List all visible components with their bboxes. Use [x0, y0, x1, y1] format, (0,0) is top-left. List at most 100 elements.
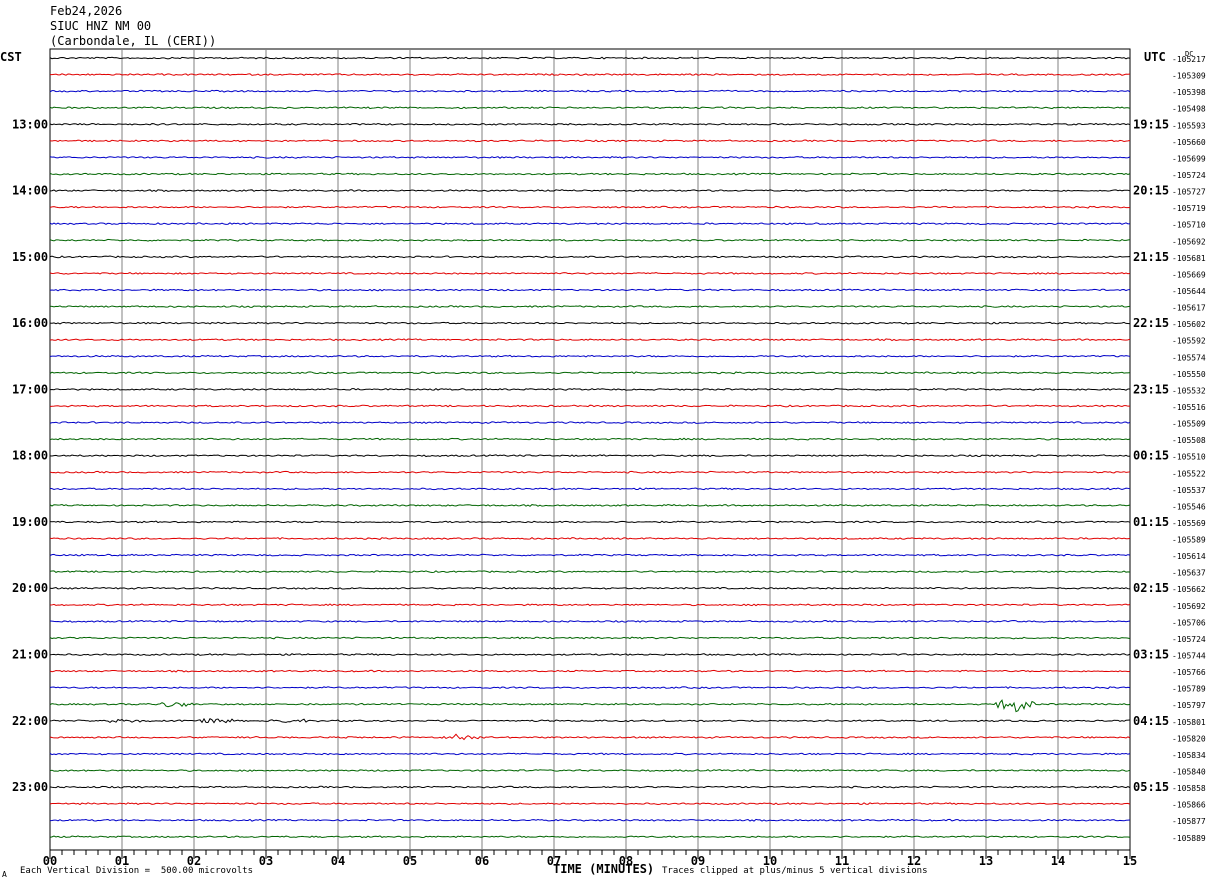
dc-offset-label: -105498 — [1172, 105, 1206, 114]
dc-offset-label: -105309 — [1172, 72, 1206, 81]
dc-offset-label: -105699 — [1172, 154, 1206, 163]
dc-offset-label: -105877 — [1172, 817, 1206, 826]
dc-offset-label: -105744 — [1172, 652, 1206, 661]
dc-offset-label: -105546 — [1172, 502, 1206, 511]
trace-line — [49, 205, 1131, 209]
dc-offset-label: -105510 — [1172, 453, 1206, 462]
dc-offset-label: -105602 — [1172, 320, 1206, 329]
dc-offset-label: -105660 — [1172, 138, 1206, 147]
trace-line — [49, 305, 1131, 308]
dc-offset-label: -105719 — [1172, 204, 1206, 213]
right-hour-label: 05:15 — [1133, 780, 1169, 794]
x-tick-label: 13 — [979, 854, 993, 868]
dc-offset-label: -105593 — [1172, 121, 1206, 130]
dc-label: DC — [1185, 50, 1193, 58]
trace-line — [49, 454, 1131, 458]
trace-line — [49, 56, 1131, 60]
trace-line — [49, 619, 1131, 623]
left-hour-label: 22:00 — [12, 714, 48, 728]
plot-frame — [49, 48, 1131, 851]
dc-offset-label: -105617 — [1172, 304, 1206, 313]
trace-line — [49, 752, 1131, 756]
dc-offset-label: -105820 — [1172, 734, 1206, 743]
trace-line — [49, 371, 1131, 375]
trace-line — [49, 271, 1131, 275]
trace-line — [49, 487, 1131, 491]
left-hour-label: 17:00 — [12, 382, 48, 396]
helicorder-plot: 00 01 02 03 04 05 06 07 08 09 10 11 12 13 14 15-105217-… — [0, 48, 1206, 868]
dc-offset-label: -105801 — [1172, 718, 1206, 727]
left-hour-label: 13:00 — [12, 117, 48, 131]
trace-line — [49, 106, 1131, 110]
trace-line — [49, 354, 1131, 358]
trace-line — [49, 238, 1131, 242]
corner-mark: A — [2, 870, 7, 879]
dc-offset-label: -105840 — [1172, 768, 1206, 777]
dc-offset-label: -105766 — [1172, 668, 1206, 677]
right-hour-label: 04:15 — [1133, 714, 1169, 728]
dc-offset-label: -105710 — [1172, 221, 1206, 230]
right-axis-label: UTC — [1144, 50, 1166, 64]
trace-line — [49, 733, 1131, 741]
dc-offset-label: -105509 — [1172, 420, 1206, 429]
trace-line — [49, 404, 1131, 408]
trace-line — [49, 669, 1131, 673]
trace-line — [49, 73, 1131, 76]
left-hour-label: 14:00 — [12, 184, 48, 198]
trace-line — [49, 321, 1131, 325]
right-hour-label: 00:15 — [1133, 449, 1169, 463]
dc-offset-label: -105537 — [1172, 486, 1206, 495]
dc-offset-label: -105706 — [1172, 618, 1206, 627]
x-tick-label: 14 — [1051, 854, 1065, 868]
trace-line — [49, 570, 1131, 574]
trace-line — [49, 139, 1131, 143]
trace-line — [49, 172, 1131, 176]
dc-offset-label: -105662 — [1172, 585, 1206, 594]
trace-line — [49, 586, 1131, 590]
dc-offset-label: -105637 — [1172, 569, 1206, 578]
x-axis-label: TIME (MINUTES) — [553, 862, 655, 876]
dc-offset-label: -105681 — [1172, 254, 1206, 263]
trace-line — [49, 288, 1131, 292]
trace-line — [49, 653, 1131, 656]
trace-line — [49, 835, 1131, 839]
trace-line — [49, 222, 1131, 226]
dc-offset-label: -105692 — [1172, 237, 1206, 246]
trace-line — [49, 769, 1131, 772]
right-hour-label: 22:15 — [1133, 316, 1169, 330]
trace-line — [49, 699, 1131, 713]
trace-line — [49, 636, 1131, 640]
right-hour-label: 21:15 — [1133, 250, 1169, 264]
dc-offset-label: -105724 — [1172, 171, 1206, 180]
dc-offset-label: -105669 — [1172, 270, 1206, 279]
dc-offset-label: -105569 — [1172, 519, 1206, 528]
x-tick-label: 05 — [403, 854, 417, 868]
clip-note: Traces clipped at plus/minus 5 vertical … — [662, 866, 928, 876]
trace-line — [49, 537, 1131, 540]
dc-offset-label: -105589 — [1172, 536, 1206, 545]
dc-offset-label: -105532 — [1172, 386, 1206, 395]
trace-line — [49, 717, 1131, 724]
trace-line — [49, 89, 1131, 93]
dc-offset-label: -105522 — [1172, 469, 1206, 478]
trace-line — [49, 818, 1131, 822]
right-hour-label: 23:15 — [1133, 382, 1169, 396]
dc-offset-label: -105614 — [1172, 552, 1206, 561]
dc-offset-label: -105692 — [1172, 602, 1206, 611]
x-tick-label: 03 — [259, 854, 273, 868]
left-hour-label: 21:00 — [12, 648, 48, 662]
left-axis-label: CST — [0, 50, 22, 64]
trace-line — [49, 189, 1131, 193]
dc-offset-label: -105866 — [1172, 801, 1206, 810]
left-hour-label: 19:00 — [12, 515, 48, 529]
trace-line — [49, 156, 1131, 159]
right-hour-label: 03:15 — [1133, 648, 1169, 662]
left-hour-label: 15:00 — [12, 250, 48, 264]
dc-offset-label: -105724 — [1172, 635, 1206, 644]
x-tick-label: 04 — [331, 854, 345, 868]
x-tick-label: 06 — [475, 854, 489, 868]
trace-line — [49, 255, 1131, 259]
dc-offset-label: -105727 — [1172, 188, 1206, 197]
right-hour-label: 20:15 — [1133, 184, 1169, 198]
dc-offset-label: -105398 — [1172, 88, 1206, 97]
